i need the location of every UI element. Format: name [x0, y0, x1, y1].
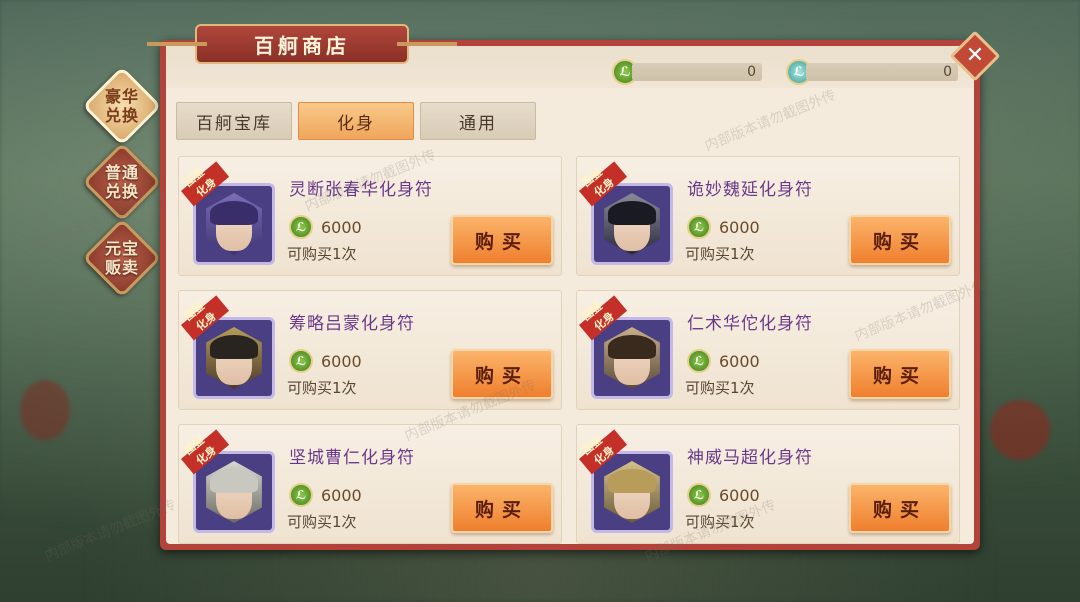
purchase-limit: 可购买1次 — [287, 379, 357, 397]
purchase-limit: 可购买1次 — [287, 245, 357, 263]
price-value: 6000 — [719, 351, 760, 371]
background-lantern — [990, 400, 1050, 460]
shop-item-card: 图鉴 化身 筹略吕蒙化身符 ℒ 6000 可购买1次 购买 — [178, 290, 562, 410]
buy-button[interactable]: 购买 — [451, 349, 553, 399]
item-price: ℒ 6000 — [687, 215, 760, 239]
side-tab-luxury-exchange[interactable]: 豪华兑换 — [82, 66, 162, 146]
background-lantern — [20, 380, 70, 440]
green-coin-icon: ℒ — [687, 483, 711, 507]
shop-item-card: 图鉴 化身 神威马超化身符 ℒ 6000 可购买1次 购买 — [576, 424, 960, 544]
character-face — [608, 469, 656, 519]
character-face — [210, 201, 258, 251]
character-face — [210, 469, 258, 519]
close-icon: ✕ — [965, 43, 985, 68]
portrait-frame — [206, 193, 262, 255]
character-face — [210, 335, 258, 385]
item-price: ℒ 6000 — [289, 349, 362, 373]
price-value: 6000 — [321, 351, 362, 371]
buy-button[interactable]: 购买 — [849, 215, 951, 265]
shop-title-plaque: 百舸商店 — [147, 24, 457, 64]
item-name: 神威马超化身符 — [687, 448, 813, 468]
price-value: 6000 — [719, 217, 760, 237]
portrait-frame — [604, 327, 660, 389]
item-price: ℒ 6000 — [289, 483, 362, 507]
green-coin-icon: ℒ — [289, 349, 313, 373]
tab-general[interactable]: 通用 — [420, 102, 536, 140]
currency-teal: ℒ 0 — [786, 59, 958, 85]
portrait-frame — [206, 461, 262, 523]
side-tab-label: 普通兑换 — [104, 163, 139, 201]
item-price: ℒ 6000 — [289, 215, 362, 239]
collection-badge: 图鉴 化身 — [181, 159, 235, 207]
buy-button[interactable]: 购买 — [451, 483, 553, 533]
green-coin-icon: ℒ — [289, 483, 313, 507]
price-value: 6000 — [321, 485, 362, 505]
shop-item-card: 图鉴 化身 坚城曹仁化身符 ℒ 6000 可购买1次 购买 — [178, 424, 562, 544]
purchase-limit: 可购买1次 — [287, 513, 357, 531]
tab-baige-treasury[interactable]: 百舸宝库 — [176, 102, 292, 140]
side-tab-label: 豪华兑换 — [104, 87, 139, 125]
side-tab-normal-exchange[interactable]: 普通兑换 — [82, 142, 162, 222]
item-name: 灵断张春华化身符 — [289, 180, 433, 200]
purchase-limit: 可购买1次 — [685, 379, 755, 397]
green-coin-icon: ℒ — [289, 215, 313, 239]
buy-button[interactable]: 购买 — [849, 483, 951, 533]
currency-green: ℒ 0 — [612, 59, 762, 85]
buy-button[interactable]: 购买 — [451, 215, 553, 265]
item-price: ℒ 6000 — [687, 483, 760, 507]
page-title: 百舸商店 — [254, 33, 350, 58]
price-value: 6000 — [321, 217, 362, 237]
currency-green-value: 0 — [632, 63, 762, 81]
collection-badge: 图鉴 化身 — [579, 293, 633, 341]
side-tab-label: 元宝贩卖 — [104, 239, 139, 277]
character-face — [608, 335, 656, 385]
shop-item-card: 图鉴 化身 灵断张春华化身符 ℒ 6000 可购买1次 购买 — [178, 156, 562, 276]
purchase-limit: 可购买1次 — [685, 513, 755, 531]
purchase-limit: 可购买1次 — [685, 245, 755, 263]
side-tab-ingot-sale[interactable]: 元宝贩卖 — [82, 218, 162, 298]
buy-button[interactable]: 购买 — [849, 349, 951, 399]
collection-badge: 图鉴 化身 — [579, 427, 633, 475]
collection-badge: 图鉴 化身 — [579, 159, 633, 207]
collection-badge: 图鉴 化身 — [181, 427, 235, 475]
green-coin-icon: ℒ — [687, 215, 711, 239]
portrait-frame — [604, 461, 660, 523]
currency-teal-value: 0 — [806, 63, 958, 81]
portrait-frame — [206, 327, 262, 389]
tab-avatar[interactable]: 化身 — [298, 102, 414, 140]
green-coin-icon: ℒ — [687, 349, 711, 373]
character-face — [608, 201, 656, 251]
portrait-frame — [604, 193, 660, 255]
shop-item-card: 图鉴 化身 诡妙魏延化身符 ℒ 6000 可购买1次 购买 — [576, 156, 960, 276]
item-name: 仁术华佗化身符 — [687, 314, 813, 334]
item-name: 筹略吕蒙化身符 — [289, 314, 415, 334]
price-value: 6000 — [719, 485, 760, 505]
item-price: ℒ 6000 — [687, 349, 760, 373]
item-name: 诡妙魏延化身符 — [687, 180, 813, 200]
shop-item-card: 图鉴 化身 仁术华佗化身符 ℒ 6000 可购买1次 购买 — [576, 290, 960, 410]
close-button[interactable]: ✕ — [949, 30, 1001, 82]
collection-badge: 图鉴 化身 — [181, 293, 235, 341]
item-name: 坚城曹仁化身符 — [289, 448, 415, 468]
